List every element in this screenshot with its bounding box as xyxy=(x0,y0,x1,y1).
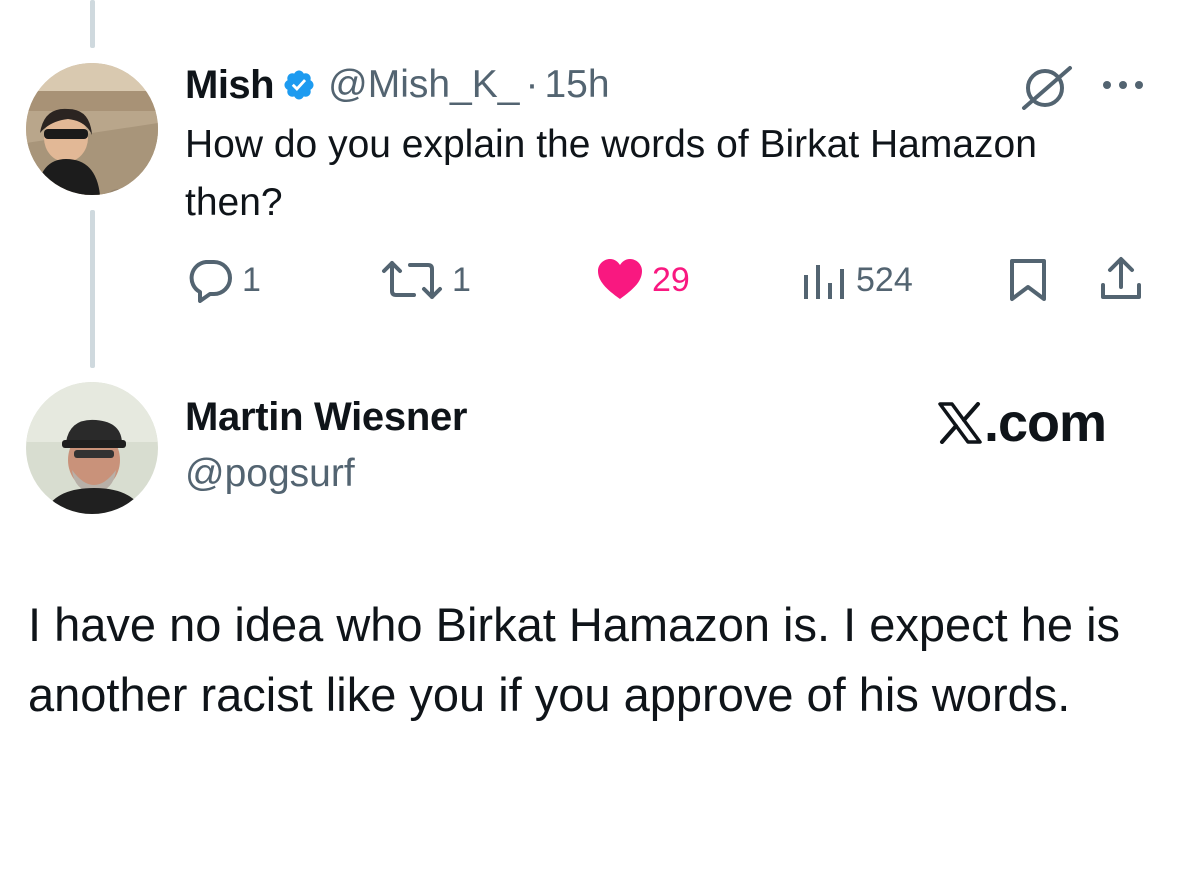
brand-domain: .com xyxy=(984,393,1107,453)
repost-icon xyxy=(382,261,442,299)
tweet2-body: I have no idea who Birkat Hamazon is. I … xyxy=(28,598,1121,721)
author-handle[interactable]: @Mish_K_ xyxy=(328,63,519,107)
share-button[interactable] xyxy=(1098,255,1144,303)
grok-icon[interactable] xyxy=(1018,64,1076,110)
separator-dot: · xyxy=(525,63,539,106)
like-count: 29 xyxy=(652,260,690,299)
reply-icon xyxy=(189,260,232,303)
timestamp[interactable]: 15h xyxy=(544,63,609,107)
tweet1-body: How do you explain the words of Birkat H… xyxy=(185,123,1037,224)
more-icon[interactable] xyxy=(1100,78,1146,92)
reply-button[interactable]: 1 xyxy=(186,257,261,303)
thread-line-top xyxy=(90,0,95,48)
tweet1-header: Mish @Mish_K_ · 15h xyxy=(185,60,610,110)
x-com-brand: .com xyxy=(938,392,1107,454)
avatar-martin[interactable] xyxy=(26,382,158,514)
verified-badge-icon xyxy=(284,70,314,100)
reply-count: 1 xyxy=(242,260,261,299)
bookmark-icon xyxy=(1010,259,1046,301)
tweet1-action-bar: 1 1 29 524 xyxy=(0,255,1179,305)
like-button[interactable]: 29 xyxy=(596,257,690,303)
bookmark-button[interactable] xyxy=(1008,257,1048,303)
author-handle-2[interactable]: @pogsurf xyxy=(185,452,355,496)
author-name-2[interactable]: Martin Wiesner xyxy=(185,395,467,440)
share-icon xyxy=(1101,257,1141,299)
views-button[interactable]: 524 xyxy=(802,257,913,303)
view-count: 524 xyxy=(856,260,913,299)
repost-button[interactable]: 1 xyxy=(380,257,471,303)
views-icon xyxy=(804,265,844,299)
avatar-mish[interactable] xyxy=(26,63,158,195)
like-icon xyxy=(598,259,642,299)
x-logo-icon xyxy=(938,402,982,444)
author-name[interactable]: Mish xyxy=(185,63,275,108)
repost-count: 1 xyxy=(452,260,471,299)
